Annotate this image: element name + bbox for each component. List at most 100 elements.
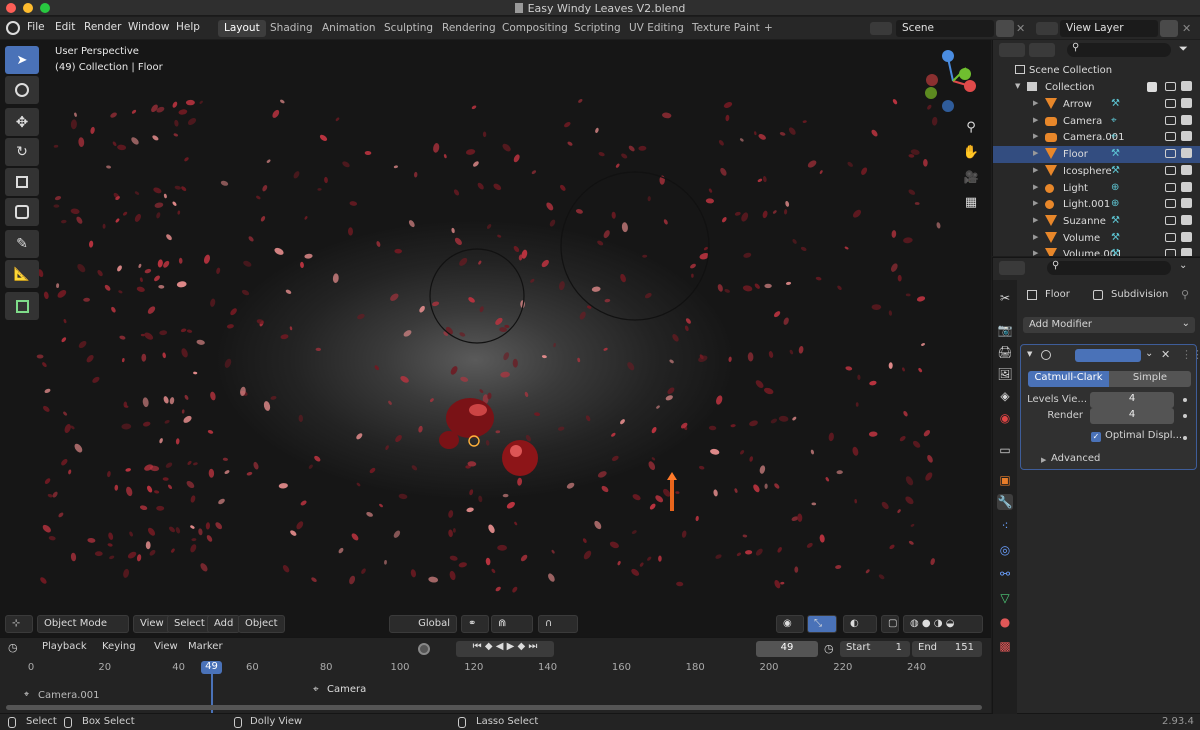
visibility-button[interactable]: ◉	[776, 615, 804, 633]
simple-button[interactable]: Simple	[1109, 371, 1191, 387]
tab-shading[interactable]: Shading	[264, 20, 319, 37]
outliner-search-input[interactable]: ⚲	[1067, 42, 1171, 57]
menu-render[interactable]: Render	[84, 21, 121, 33]
modifier-tab-icon[interactable]: 🔧	[997, 494, 1013, 510]
expand-arrow-icon[interactable]: ▶	[1033, 116, 1038, 124]
visibility-icon[interactable]	[1165, 215, 1176, 225]
expand-arrow-icon[interactable]: ▶	[1033, 233, 1038, 241]
scene-name-field[interactable]: Scene	[896, 20, 994, 37]
timeline-editor-type-icon[interactable]: ◷	[8, 641, 18, 654]
perspective-toggle-button[interactable]: ▦	[960, 191, 982, 213]
camera-view-button[interactable]: 🎥	[960, 166, 982, 188]
playhead-handle[interactable]: 49	[201, 661, 222, 674]
object-tab-icon[interactable]: ▣	[997, 472, 1013, 488]
view-layer-field[interactable]: View Layer	[1060, 20, 1158, 37]
annotate-tool[interactable]: ✎	[5, 230, 39, 258]
remove-view-layer-icon[interactable]: ✕	[1182, 22, 1191, 35]
outliner-item-volume-001[interactable]: ▶ Volume.001 ⚒	[993, 246, 1200, 256]
play-icon[interactable]: ▶	[507, 641, 515, 652]
collection-tab-icon[interactable]: ▭	[997, 442, 1013, 458]
view-layer-tab-icon[interactable]: 🖼	[997, 366, 1013, 382]
record-button[interactable]	[418, 643, 430, 655]
visibility-icon[interactable]	[1165, 182, 1176, 192]
render-visibility-icon[interactable]	[1181, 181, 1192, 192]
pin-icon[interactable]: ⚲	[1181, 288, 1189, 301]
visibility-icon[interactable]	[1165, 232, 1176, 242]
advanced-subpanel[interactable]: Advanced	[1051, 453, 1100, 464]
play-reverse-icon[interactable]: ◀	[496, 641, 504, 652]
pan-view-button[interactable]: ✋	[960, 141, 982, 163]
optimal-display-checkbox[interactable]: ✓	[1091, 432, 1101, 442]
jump-end-icon[interactable]: ⏭	[528, 641, 537, 652]
menu-help[interactable]: Help	[176, 21, 200, 33]
modifier-toggle-buttons[interactable]	[1075, 349, 1141, 362]
navigation-gizmo[interactable]	[918, 46, 988, 116]
visibility-icon[interactable]	[1165, 199, 1176, 209]
tool-tab-icon[interactable]: ✂	[997, 290, 1013, 306]
proportional-edit-button[interactable]: ∩	[538, 615, 578, 633]
outliner-item-floor[interactable]: ▶ Floor ⚒	[993, 146, 1200, 164]
snap-button[interactable]: ⋒	[491, 615, 533, 633]
add-workspace-button[interactable]: +	[758, 20, 779, 37]
timeline-scrollbar[interactable]	[6, 705, 982, 710]
display-mode-icon[interactable]	[1029, 43, 1055, 57]
keyframe-dot-icon[interactable]	[1183, 414, 1187, 418]
render-visibility-icon[interactable]	[1181, 114, 1192, 125]
texture-tab-icon[interactable]: ▩	[997, 638, 1013, 654]
properties-editor-type-icon[interactable]	[999, 261, 1025, 275]
expand-arrow-icon[interactable]: ▼	[1015, 82, 1020, 90]
menu-file[interactable]: File	[27, 21, 45, 33]
render-visibility-icon[interactable]	[1181, 231, 1192, 242]
pivot-point-button[interactable]: ⚭	[461, 615, 489, 633]
viewport-menu-add[interactable]: Add	[207, 615, 241, 633]
viewport-menu-view[interactable]: View	[133, 615, 171, 633]
collection-visibility-icon[interactable]	[1165, 82, 1176, 91]
cursor-tool[interactable]	[5, 76, 39, 104]
frame-ruler[interactable]: 0 20 40 60 80 100 120 140 160 180 200 220 240	[0, 660, 991, 674]
render-tab-icon[interactable]: 📷	[997, 322, 1013, 338]
render-visibility-icon[interactable]	[1181, 214, 1192, 225]
outliner-item-light[interactable]: ▶ Light ⊕	[993, 180, 1200, 197]
render-visibility-icon[interactable]	[1181, 131, 1192, 142]
constraints-tab-icon[interactable]: ⚯	[997, 566, 1013, 582]
keyframe-dot-icon[interactable]	[1183, 398, 1187, 402]
tab-layout[interactable]: Layout	[218, 20, 266, 37]
select-box-tool[interactable]: ➤	[5, 46, 39, 74]
current-frame-field[interactable]: 49	[756, 641, 818, 657]
add-modifier-dropdown[interactable]: Add Modifier ⌄	[1023, 317, 1195, 333]
scene-tab-icon[interactable]: ◈	[997, 388, 1013, 404]
outliner-item-volume[interactable]: ▶ Volume ⚒	[993, 230, 1200, 247]
filter-icon[interactable]: ⏷	[1179, 42, 1188, 56]
expand-arrow-icon[interactable]: ▶	[1033, 216, 1038, 224]
outliner-item-camera-001[interactable]: ▶ Camera.001 ⌖	[993, 129, 1200, 146]
shading-mode-buttons[interactable]: ◍ ● ◑ ◒	[903, 615, 983, 633]
outliner-editor-type-icon[interactable]	[999, 43, 1025, 57]
marker-camera-001[interactable]: Camera.001	[38, 690, 100, 701]
overlay-toggle-button[interactable]: ◐	[843, 615, 877, 633]
timeline-menu-keying[interactable]: Keying	[102, 641, 136, 652]
expand-arrow-icon[interactable]: ▶	[1033, 149, 1038, 157]
remove-scene-icon[interactable]: ✕	[1016, 22, 1025, 35]
expand-arrow-icon[interactable]: ▶	[1033, 183, 1038, 191]
tab-animation[interactable]: Animation	[316, 20, 382, 37]
marker-camera[interactable]: Camera	[327, 684, 366, 695]
zoom-view-button[interactable]: ⚲	[960, 116, 982, 138]
collapse-arrow-icon[interactable]: ▼	[1027, 350, 1032, 358]
view-layer-icon[interactable]	[1036, 22, 1058, 35]
properties-options-icon[interactable]: ⌄	[1179, 260, 1187, 271]
render-visibility-icon[interactable]	[1181, 98, 1192, 108]
transform-orientation-dropdown[interactable]: Global	[389, 615, 457, 633]
tab-uv-editing[interactable]: UV Editing	[623, 20, 690, 37]
visibility-icon[interactable]	[1165, 149, 1176, 159]
visibility-icon[interactable]	[1165, 249, 1176, 256]
expand-arrow-icon[interactable]: ▶	[1033, 99, 1038, 107]
advanced-arrow-icon[interactable]: ▶	[1041, 456, 1046, 464]
rotate-tool[interactable]: ↻	[5, 138, 39, 166]
collection-checkbox[interactable]	[1147, 82, 1157, 92]
keyframe-dot-icon[interactable]	[1183, 436, 1187, 440]
scene-icon[interactable]	[870, 22, 892, 35]
visibility-icon[interactable]	[1165, 132, 1176, 142]
expand-arrow-icon[interactable]: ▶	[1033, 199, 1038, 207]
render-visibility-icon[interactable]	[1181, 148, 1192, 159]
outliner-item-camera[interactable]: ▶ Camera ⌖	[993, 113, 1200, 130]
